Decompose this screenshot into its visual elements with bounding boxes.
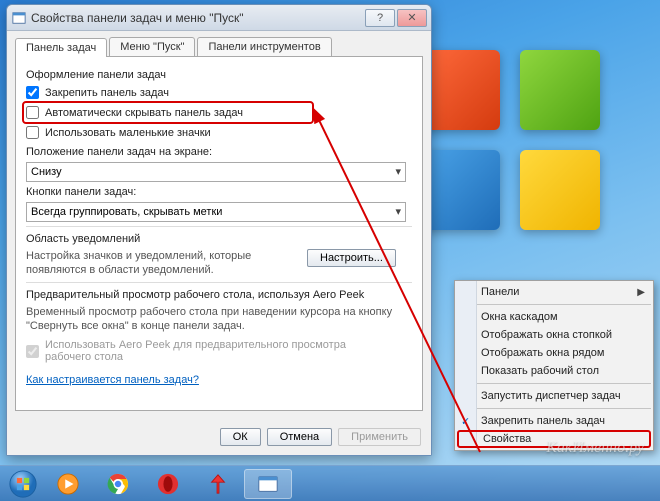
tab-taskbar[interactable]: Панель задач <box>15 38 107 57</box>
check-icon: ✓ <box>461 415 470 428</box>
menu-item-lock-taskbar[interactable]: ✓ Закрепить панель задач <box>455 412 653 430</box>
taskbar-app-yandex[interactable] <box>194 469 242 499</box>
notification-area-desc: Настройка значков и уведомлений, которые… <box>26 249 301 278</box>
media-player-icon <box>57 473 79 495</box>
window-icon <box>11 10 27 26</box>
lock-taskbar-label: Закрепить панель задач <box>45 87 169 99</box>
autohide-highlight: Автоматически скрывать панель задач <box>22 101 314 124</box>
menu-item-sidebyside[interactable]: Отображать окна рядом <box>455 344 653 362</box>
lock-taskbar-checkbox-row[interactable]: Закрепить панель задач <box>26 85 412 100</box>
opera-icon <box>157 473 179 495</box>
aero-peek-title: Предварительный просмотр рабочего стола,… <box>26 289 412 301</box>
small-icons-checkbox-row[interactable]: Использовать маленькие значки <box>26 125 412 140</box>
taskbar[interactable] <box>0 465 660 501</box>
menu-item-panels-label: Панели <box>481 286 519 298</box>
autohide-label: Автоматически скрывать панель задач <box>45 107 243 119</box>
position-combobox[interactable]: Снизу <box>26 162 406 182</box>
explorer-icon <box>257 473 279 495</box>
apply-button[interactable]: Применить <box>338 428 421 446</box>
menu-item-cascade-label: Окна каскадом <box>481 311 558 323</box>
divider <box>26 226 412 227</box>
tab-toolbars[interactable]: Панели инструментов <box>197 37 331 56</box>
start-button[interactable] <box>4 469 42 499</box>
yandex-icon <box>207 473 229 495</box>
menu-item-properties-label: Свойства <box>483 433 531 445</box>
help-link[interactable]: Как настраивается панель задач? <box>26 374 199 386</box>
close-button[interactable]: ✕ <box>397 9 427 27</box>
menu-item-lock-taskbar-label: Закрепить панель задач <box>481 415 605 427</box>
titlebar[interactable]: Свойства панели задач и меню "Пуск" ? ✕ <box>7 5 431 31</box>
dialog-button-bar: ОК Отмена Применить <box>7 419 431 455</box>
tabstrip: Панель задач Меню "Пуск" Панели инструме… <box>7 31 431 56</box>
menu-item-cascade[interactable]: Окна каскадом <box>455 308 653 326</box>
menu-item-task-manager-label: Запустить диспетчер задач <box>481 390 621 402</box>
help-button[interactable]: ? <box>365 9 395 27</box>
buttons-label: Кнопки панели задач: <box>26 186 412 198</box>
menu-item-show-desktop[interactable]: Показать рабочий стол <box>455 362 653 380</box>
menu-item-sidebyside-label: Отображать окна рядом <box>481 347 604 359</box>
menu-item-task-manager[interactable]: Запустить диспетчер задач <box>455 387 653 405</box>
taskbar-properties-dialog: Свойства панели задач и меню "Пуск" ? ✕ … <box>6 4 432 456</box>
position-label: Положение панели задач на экране: <box>26 146 412 158</box>
aero-peek-checkbox-row[interactable]: Использовать Aero Peek для предварительн… <box>26 338 412 364</box>
menu-item-show-desktop-label: Показать рабочий стол <box>481 365 599 377</box>
buttons-value: Всегда группировать, скрывать метки <box>31 206 222 218</box>
aero-peek-checkbox[interactable] <box>26 345 39 358</box>
small-icons-checkbox[interactable] <box>26 126 39 139</box>
taskbar-app-media-player[interactable] <box>44 469 92 499</box>
ok-button[interactable]: ОК <box>220 428 261 446</box>
autohide-checkbox-row[interactable]: Автоматически скрывать панель задач <box>26 105 310 120</box>
small-icons-label: Использовать маленькие значки <box>45 127 211 139</box>
buttons-combobox[interactable]: Всегда группировать, скрывать метки <box>26 202 406 222</box>
position-value: Снизу <box>31 166 62 178</box>
window-title: Свойства панели задач и меню "Пуск" <box>31 11 363 25</box>
menu-separator <box>457 408 651 409</box>
customize-button[interactable]: Настроить... <box>307 249 396 267</box>
menu-separator <box>457 304 651 305</box>
cancel-button[interactable]: Отмена <box>267 428 332 446</box>
appearance-group-label: Оформление панели задач <box>26 69 412 81</box>
lock-taskbar-checkbox[interactable] <box>26 86 39 99</box>
chrome-icon <box>107 473 129 495</box>
menu-item-stacked-label: Отображать окна стопкой <box>481 329 612 341</box>
menu-item-panels[interactable]: Панели ▶ <box>455 283 653 301</box>
menu-item-stacked[interactable]: Отображать окна стопкой <box>455 326 653 344</box>
divider-2 <box>26 282 412 283</box>
taskbar-app-chrome[interactable] <box>94 469 142 499</box>
autohide-checkbox[interactable] <box>26 106 39 119</box>
taskbar-context-menu: Панели ▶ Окна каскадом Отображать окна с… <box>454 280 654 451</box>
taskbar-app-explorer[interactable] <box>244 469 292 499</box>
aero-peek-checkbox-label: Использовать Aero Peek для предварительн… <box>45 339 375 363</box>
taskbar-app-opera[interactable] <box>144 469 192 499</box>
aero-peek-desc: Временный просмотр рабочего стола при на… <box>26 305 406 334</box>
submenu-arrow-icon: ▶ <box>637 287 645 298</box>
wallpaper-logo <box>420 50 600 230</box>
notification-area-label: Область уведомлений <box>26 233 412 245</box>
watermark: КакИменно.ру <box>546 439 644 457</box>
tab-startmenu[interactable]: Меню "Пуск" <box>109 37 195 56</box>
menu-separator <box>457 383 651 384</box>
tab-panel-taskbar: Оформление панели задач Закрепить панель… <box>15 56 423 411</box>
